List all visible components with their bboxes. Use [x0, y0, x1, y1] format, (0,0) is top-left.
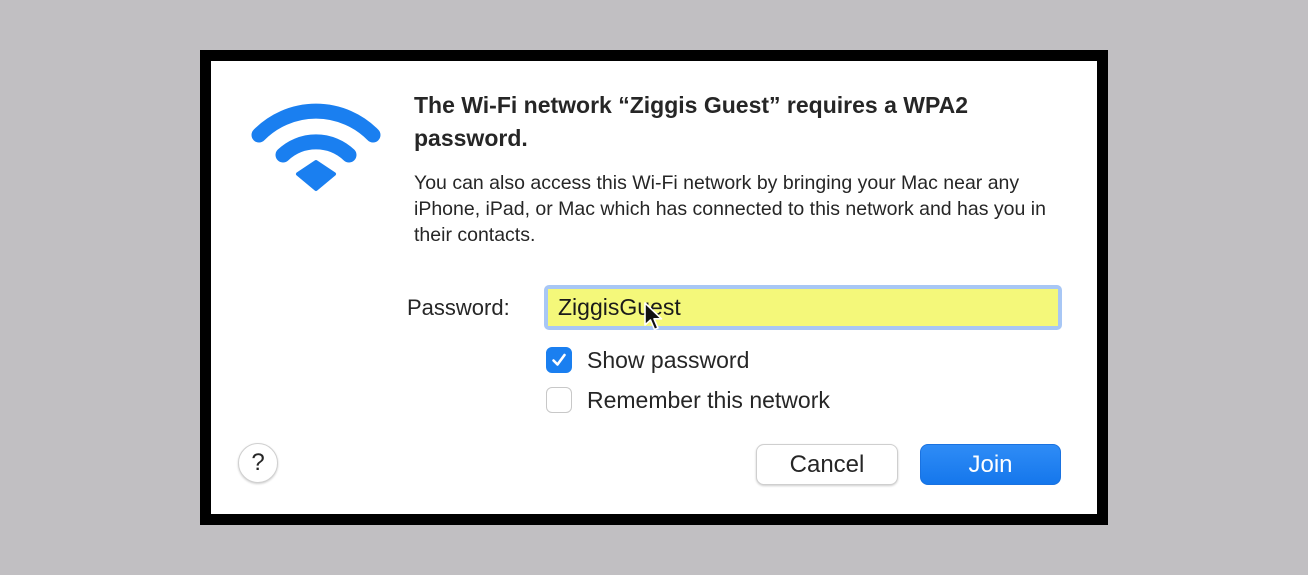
cancel-button[interactable]: Cancel: [756, 444, 898, 485]
mouse-pointer-icon: [644, 302, 663, 331]
show-password-checkbox[interactable]: [546, 347, 572, 373]
password-label: Password:: [407, 295, 510, 320]
remember-network-option[interactable]: Remember this network: [546, 385, 830, 415]
dialog-title: The Wi-Fi network “Ziggis Guest” require…: [414, 92, 968, 151]
checkmark-icon: [552, 353, 566, 366]
help-button[interactable]: ?: [238, 443, 278, 483]
wifi-password-dialog: The Wi-Fi network “Ziggis Guest” require…: [211, 61, 1097, 514]
show-password-label: Show password: [587, 346, 750, 373]
show-password-option[interactable]: Show password: [546, 345, 749, 375]
wifi-icon: [251, 103, 381, 191]
join-button[interactable]: Join: [920, 444, 1061, 485]
password-input[interactable]: [548, 289, 1058, 326]
remember-network-checkbox[interactable]: [546, 387, 572, 413]
remember-network-label: Remember this network: [587, 386, 830, 413]
dialog-description: You can also access this Wi-Fi network b…: [414, 172, 1046, 246]
password-field-focus-ring: [544, 285, 1062, 330]
